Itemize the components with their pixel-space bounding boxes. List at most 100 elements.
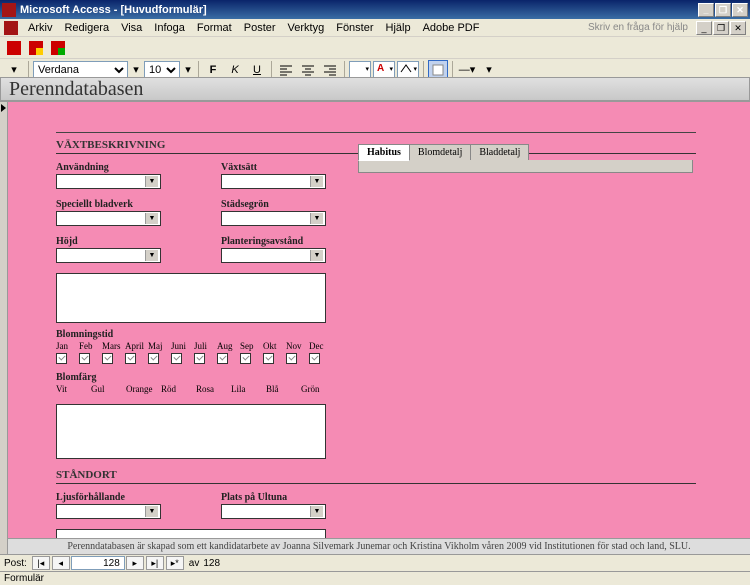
rule: [56, 132, 696, 133]
month-check-row: [56, 353, 750, 364]
menu-format[interactable]: Format: [191, 21, 238, 35]
title-bar: Microsoft Access - [Huvudformulär] _ ❐ ✕: [0, 0, 750, 19]
label-stadse: Städsegrön: [221, 199, 326, 210]
month-label: Juni: [171, 341, 194, 351]
textbox-blomfarg[interactable]: [56, 404, 326, 459]
menu-adobe[interactable]: Adobe PDF: [417, 21, 486, 35]
check-juni[interactable]: [171, 353, 182, 364]
month-label: Feb: [79, 341, 102, 351]
label-anvandning: Användning: [56, 162, 161, 173]
check-aug[interactable]: [217, 353, 228, 364]
font-name-select[interactable]: Verdana: [33, 61, 128, 79]
month-label: Juli: [194, 341, 217, 351]
nav-current-input[interactable]: [71, 556, 125, 570]
check-okt[interactable]: [263, 353, 274, 364]
combo-vaxtsatt[interactable]: [221, 174, 326, 189]
label-plats: Plats på Ultuna: [221, 492, 326, 503]
pdf-mail-icon[interactable]: [26, 38, 46, 58]
color-label: Orange: [126, 384, 161, 394]
nav-label: Post:: [4, 558, 27, 569]
restore-button[interactable]: ❐: [715, 3, 731, 17]
label-vaxtsatt: Växtsätt: [221, 162, 326, 173]
tab-strip: Habitus Blomdetalj Bladdetalj: [358, 144, 528, 161]
check-nov[interactable]: [286, 353, 297, 364]
nav-total: 128: [203, 558, 220, 569]
menu-poster[interactable]: Poster: [238, 21, 282, 35]
tab-habitus[interactable]: Habitus: [358, 144, 410, 161]
label-blomfarg: Blomfärg: [56, 372, 750, 383]
line-color-button[interactable]: [397, 61, 419, 79]
tab-bladdetalj[interactable]: Bladdetalj: [470, 144, 529, 161]
label-plantavst: Planteringsavstånd: [221, 236, 326, 247]
font-size-select[interactable]: 10: [144, 61, 180, 79]
nav-new-button[interactable]: ▸*: [166, 556, 184, 570]
color-label: Gul: [91, 384, 126, 394]
pdf-icon[interactable]: [4, 38, 24, 58]
month-label: Dec: [309, 341, 332, 351]
combo-stadse[interactable]: [221, 211, 326, 226]
form-icon: [4, 21, 18, 35]
nav-prev-button[interactable]: ◂: [52, 556, 70, 570]
minimize-button[interactable]: _: [698, 3, 714, 17]
combo-plantavst[interactable]: [221, 248, 326, 263]
nav-first-button[interactable]: |◂: [32, 556, 50, 570]
label-hojd: Höjd: [56, 236, 161, 247]
combo-hojd[interactable]: [56, 248, 161, 263]
doc-restore-button[interactable]: ❐: [713, 21, 729, 35]
nav-next-button[interactable]: ▸: [126, 556, 144, 570]
nav-last-button[interactable]: ▸|: [146, 556, 164, 570]
window-title: Microsoft Access - [Huvudformulär]: [20, 4, 698, 16]
menu-fonster[interactable]: Fönster: [330, 21, 379, 35]
doc-close-button[interactable]: ✕: [730, 21, 746, 35]
menu-hjalp[interactable]: Hjälp: [380, 21, 417, 35]
check-april[interactable]: [125, 353, 136, 364]
color-label: Lila: [231, 384, 266, 394]
check-dec[interactable]: [309, 353, 320, 364]
month-label: Nov: [286, 341, 309, 351]
check-jan[interactable]: [56, 353, 67, 364]
color-label: Rosa: [196, 384, 231, 394]
label-ljus: Ljusförhållande: [56, 492, 161, 503]
check-mars[interactable]: [102, 353, 113, 364]
doc-minimize-button[interactable]: _: [696, 21, 712, 35]
status-bar: Formulär: [0, 571, 750, 584]
tab-body: [358, 160, 693, 173]
close-button[interactable]: ✕: [732, 3, 748, 17]
menu-arkiv[interactable]: Arkiv: [22, 21, 58, 35]
month-label: Jan: [56, 341, 79, 351]
help-search-label[interactable]: Skriv en fråga för hjälp: [588, 22, 692, 33]
month-label: Maj: [148, 341, 171, 351]
check-maj[interactable]: [148, 353, 159, 364]
fill-color-button[interactable]: [349, 61, 371, 79]
textbox-description[interactable]: [56, 273, 326, 323]
tab-blomdetalj[interactable]: Blomdetalj: [409, 144, 471, 161]
pdf-toolbar: [0, 37, 750, 59]
menu-infoga[interactable]: Infoga: [148, 21, 191, 35]
month-label: April: [125, 341, 148, 351]
nav-of-label: av: [189, 558, 200, 569]
month-label: Sep: [240, 341, 263, 351]
combo-plats[interactable]: [221, 504, 326, 519]
check-juli[interactable]: [194, 353, 205, 364]
app-icon: [2, 3, 16, 17]
combo-anvandning[interactable]: [56, 174, 161, 189]
menu-verktyg[interactable]: Verktyg: [282, 21, 331, 35]
month-label: Mars: [102, 341, 125, 351]
form-header: Perenndatabasen: [0, 77, 750, 101]
month-label: Okt: [263, 341, 286, 351]
font-color-button[interactable]: A: [373, 61, 395, 79]
label-blomningstid: Blomningstid: [56, 329, 750, 340]
check-sep[interactable]: [240, 353, 251, 364]
record-selector[interactable]: [0, 102, 8, 554]
menu-redigera[interactable]: Redigera: [58, 21, 115, 35]
color-label: Blå: [266, 384, 301, 394]
menu-bar: Arkiv Redigera Visa Infoga Format Poster…: [0, 19, 750, 37]
section-standort: STÅNDORT: [56, 469, 696, 484]
pdf-export-icon[interactable]: [48, 38, 68, 58]
combo-ljus[interactable]: [56, 504, 161, 519]
check-feb[interactable]: [79, 353, 90, 364]
form-area: Perenndatabasen VÄXTBESKRIVNING Användni…: [0, 77, 750, 554]
label-bladverk: Speciellt bladverk: [56, 199, 161, 210]
combo-bladverk[interactable]: [56, 211, 161, 226]
menu-visa[interactable]: Visa: [115, 21, 148, 35]
